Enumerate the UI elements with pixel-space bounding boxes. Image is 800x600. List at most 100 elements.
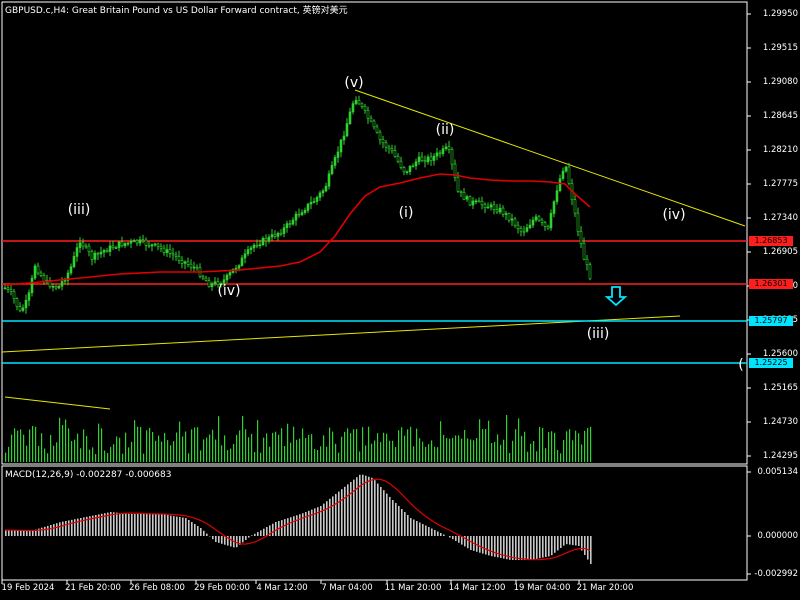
time-axis-tick: 19 Mar 04:00 — [513, 583, 571, 593]
macd-bar — [128, 513, 130, 536]
candle-body — [495, 209, 499, 213]
volume-bar — [164, 432, 166, 462]
candle-body — [273, 234, 277, 237]
candle-body — [270, 234, 274, 238]
macd-bar — [146, 514, 148, 536]
candle-body — [228, 272, 232, 276]
volume-bar — [425, 446, 427, 462]
volume-bar — [134, 420, 136, 462]
volume-bar — [152, 432, 154, 462]
volume-bar — [371, 443, 373, 462]
upper-trendline[interactable] — [354, 89, 746, 227]
candle-body — [90, 251, 94, 260]
volume-bar — [179, 421, 181, 462]
volume-bar — [32, 426, 34, 462]
volume-bar — [128, 447, 130, 462]
macd-bar — [254, 533, 256, 536]
volume-bar — [263, 437, 265, 462]
volume-bar — [269, 446, 271, 462]
small-trendline[interactable] — [4, 396, 111, 410]
volume-bar — [386, 433, 388, 462]
macd-bar — [368, 476, 370, 536]
macd-bar — [11, 530, 13, 536]
volume-bar — [254, 452, 256, 462]
macd-bar — [422, 524, 424, 536]
volume-bar — [26, 445, 28, 462]
macd-axis-tick: 0.000000 — [757, 531, 798, 541]
macd-bar — [329, 498, 331, 536]
macd-bar — [248, 536, 250, 538]
candle-body — [354, 100, 358, 104]
macd-bar — [584, 536, 586, 555]
candle-body — [252, 244, 256, 249]
candle-body — [162, 247, 166, 253]
candle-body — [78, 242, 82, 248]
candle-body — [429, 156, 433, 161]
wave-label: (iv) — [662, 207, 686, 223]
macd-bar — [407, 515, 409, 536]
candle-body — [171, 253, 175, 256]
candle-body — [402, 167, 406, 173]
candle-body — [300, 212, 304, 215]
macd-bar — [338, 491, 340, 536]
candle-body — [189, 263, 193, 268]
candle-body — [351, 103, 355, 113]
candle-body — [210, 283, 214, 288]
macd-bar — [143, 514, 145, 536]
volume-bar — [512, 440, 514, 462]
candle-body — [552, 201, 556, 214]
volume-bar — [14, 428, 16, 462]
volume-bar — [266, 433, 268, 462]
macd-bar — [350, 482, 352, 536]
candle-body — [51, 285, 55, 288]
macd-bar — [485, 536, 487, 555]
macd-bar — [68, 520, 70, 536]
candle-body — [420, 156, 424, 162]
volume-bar — [98, 423, 100, 462]
macd-bar — [5, 530, 7, 536]
macd-bar — [29, 531, 31, 536]
macd-bar — [218, 536, 220, 543]
candle-body — [120, 241, 124, 247]
candle-body — [585, 258, 589, 265]
volume-bar — [119, 437, 121, 462]
macd-bar — [533, 536, 535, 560]
macd-bar — [317, 507, 319, 536]
macd-bar — [587, 536, 589, 560]
volume-bar — [326, 446, 328, 462]
candle-body — [150, 244, 154, 247]
volume-bar — [47, 453, 49, 462]
macd-bar — [431, 528, 433, 536]
volume-bar — [587, 428, 589, 462]
volume-bar — [521, 435, 523, 462]
candle-body — [474, 200, 478, 203]
macd-bar — [47, 525, 49, 536]
price-chart[interactable] — [0, 0, 800, 600]
volume-bar — [476, 438, 478, 462]
volume-bar — [464, 430, 466, 462]
macd-bar — [323, 503, 325, 536]
macd-bar — [32, 530, 34, 536]
volume-bar — [560, 453, 562, 462]
macd-bar — [188, 520, 190, 536]
candle-body — [510, 218, 514, 221]
volume-bar — [311, 434, 313, 462]
candle-body — [114, 247, 118, 249]
macd-bar — [299, 514, 301, 536]
candle-body — [396, 156, 400, 162]
candle-body — [141, 239, 145, 241]
macd-bar — [164, 514, 166, 536]
macd-bar — [197, 526, 199, 536]
macd-bar — [404, 512, 406, 536]
macd-bar — [371, 477, 373, 536]
candle-body — [261, 238, 265, 246]
candle-body — [153, 243, 157, 246]
volume-bar — [539, 426, 541, 462]
candle-body — [339, 139, 343, 153]
macd-bar — [413, 519, 415, 536]
candle-body — [588, 264, 592, 280]
volume-bar — [416, 428, 418, 462]
volume-bar — [473, 440, 475, 462]
volume-bar — [482, 429, 484, 462]
macd-bar — [536, 536, 538, 559]
